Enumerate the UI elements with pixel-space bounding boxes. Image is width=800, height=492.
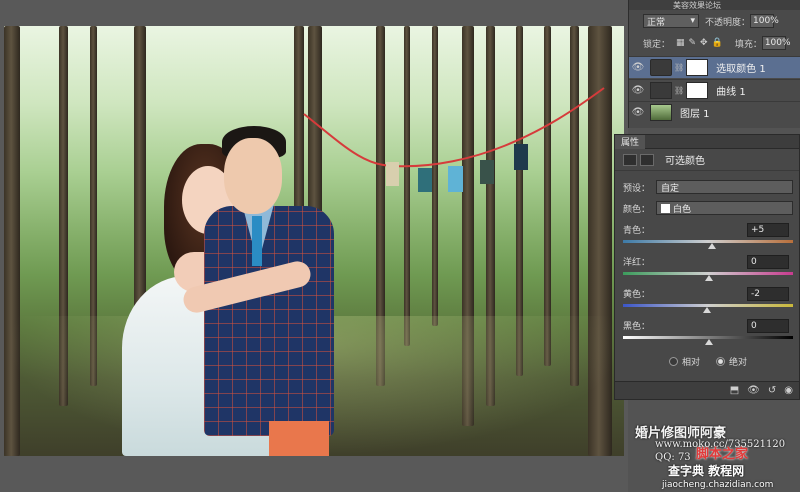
preset-select[interactable]: 自定 (656, 180, 793, 194)
adjustment-thumbnail (650, 59, 672, 76)
adjustment-title: 可选颜色 (665, 156, 705, 167)
flag (386, 162, 399, 186)
groom-tie (252, 216, 262, 266)
slider-label: 青色： (623, 226, 651, 236)
adjustment-thumbnail (650, 82, 672, 99)
fill-label: 填充： (734, 39, 762, 50)
layer-row-layer1[interactable]: 👁 图层 1 (629, 101, 800, 123)
view-previous-icon[interactable]: 👁 (747, 385, 760, 396)
flag (514, 144, 528, 170)
colors-value: 白色 (673, 204, 692, 215)
relative-label: 相对 (681, 358, 700, 368)
lock-label: 锁定： (643, 39, 671, 50)
layer-thumbnail (650, 104, 672, 121)
layer-row-selective-color[interactable]: 👁 ⛓ 选取颜色 1 (629, 56, 800, 78)
flag (480, 160, 494, 184)
blend-mode-select[interactable]: 正常 ▾ (643, 14, 699, 28)
properties-tabbar: 属性 (615, 134, 799, 149)
flag (448, 166, 463, 192)
fill-value: 100% (764, 38, 791, 48)
radio-absolute[interactable] (716, 357, 725, 366)
preset-value: 自定 (661, 183, 680, 194)
site-url: jiaocheng.chazidian.com (662, 480, 774, 490)
opacity-field[interactable]: 100% (750, 14, 779, 28)
fill-field[interactable]: 100% (761, 36, 791, 50)
groom-suit (204, 206, 334, 436)
tab-properties[interactable]: 属性 (615, 134, 646, 149)
slider-value-field[interactable]: 0 (747, 254, 789, 269)
document-canvas-area[interactable] (0, 0, 628, 492)
slider-value-field[interactable]: +5 (747, 222, 789, 237)
slider-row: 青色： +5 (623, 222, 793, 237)
mask-thumbnail[interactable] (686, 59, 709, 76)
properties-header: 可选颜色 (615, 149, 799, 171)
slider-handle[interactable] (705, 339, 713, 345)
layer-name: 曲线 1 (716, 87, 746, 98)
properties-panel: 属性 可选颜色 预设： 自定 颜色： 白色 青色： +5 洋红： 0 黄色： -2 黑色： 0… (614, 134, 800, 400)
slider-handle[interactable] (708, 243, 717, 249)
properties-footer: ⬒ 👁 ↺ ◉ (615, 381, 799, 399)
radio-relative[interactable] (668, 357, 678, 366)
wedding-photo[interactable] (4, 26, 624, 456)
site-logo-red: 脚本之家 (696, 447, 749, 462)
slider-row: 黑色： 0 (623, 318, 793, 333)
slider-value-field[interactable]: -2 (747, 286, 789, 301)
groom-face (224, 138, 282, 214)
groom-pants (269, 421, 329, 456)
layers-panel: 美容效果论坛 正常 ▾ 不透明度： 100% 锁定： ▦✎✥🔒 填充： 100%… (628, 0, 800, 128)
layer-row-curves[interactable]: 👁 ⛓ 曲线 1 (629, 79, 800, 101)
layers-filter-bar[interactable]: 美容效果论坛 (629, 0, 800, 10)
slider-value-field[interactable]: 0 (747, 318, 789, 333)
chevron-down-icon: ▾ (690, 16, 695, 26)
white-swatch (661, 203, 671, 213)
slider-handle[interactable] (703, 307, 712, 313)
reset-icon[interactable]: ↺ (768, 385, 776, 396)
opacity-value: 100% (753, 16, 779, 26)
colors-select[interactable]: 白色 (656, 201, 793, 215)
eye-icon[interactable]: 👁 (629, 107, 647, 118)
lock-icons[interactable]: ▦✎✥🔒 (676, 38, 727, 48)
opacity-label: 不透明度： (705, 17, 751, 28)
absolute-label: 绝对 (729, 358, 748, 368)
mask-thumbnail[interactable] (686, 82, 709, 99)
adjustment-icon[interactable] (623, 153, 637, 166)
preset-label: 预设： (623, 183, 651, 194)
slider-label: 黑色： (623, 322, 651, 332)
flag (418, 168, 432, 192)
mask-icon[interactable] (640, 153, 654, 166)
slider-row: 洋红： 0 (623, 254, 793, 269)
slider-handle[interactable] (705, 275, 713, 281)
link-icon: ⛓ (674, 63, 685, 72)
slider-label: 黄色： (623, 290, 651, 300)
link-icon: ⛓ (674, 86, 685, 95)
eye-icon[interactable]: 👁 (629, 62, 647, 73)
colors-label: 颜色： (623, 204, 651, 215)
blend-mode-value: 正常 (647, 17, 666, 28)
site-logo-white: 查字典 教程网 (668, 464, 745, 478)
panel-title-partial: 美容效果论坛 (673, 1, 721, 10)
layer-name: 图层 1 (680, 109, 710, 120)
layer-name: 选取颜色 1 (716, 64, 766, 75)
slider-row: 黄色： -2 (623, 286, 793, 301)
eye-icon[interactable]: 👁 (629, 85, 647, 96)
visibility-icon[interactable]: ◉ (784, 385, 793, 396)
clip-to-layer-icon[interactable]: ⬒ (730, 385, 739, 396)
slider-label: 洋红： (623, 258, 651, 268)
